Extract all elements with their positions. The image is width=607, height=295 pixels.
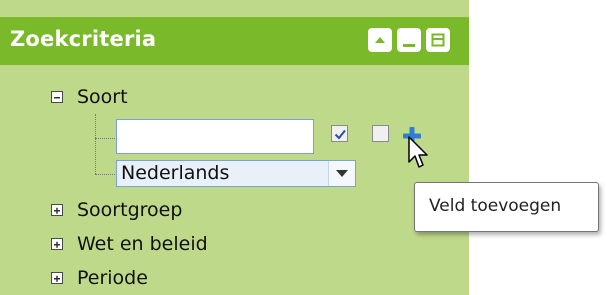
expand-toggle-icon[interactable]	[51, 204, 63, 216]
expand-toggle-icon[interactable]	[51, 272, 63, 284]
soort-search-input[interactable]	[116, 119, 314, 154]
checkbox-unchecked[interactable]	[372, 125, 389, 142]
search-criteria-panel: Zoekcriteria Soort Nederlands Soortgroep…	[0, 0, 469, 295]
checkbox-checked[interactable]	[331, 125, 348, 142]
mouse-cursor-icon	[408, 136, 432, 174]
chevron-down-icon	[336, 170, 348, 177]
tree-connector	[95, 114, 96, 174]
expand-toggle-icon[interactable]	[51, 238, 63, 250]
language-select[interactable]: Nederlands	[116, 160, 356, 187]
panel-header: Zoekcriteria	[0, 17, 469, 65]
tree-item-label: Soortgroep	[77, 199, 183, 221]
tooltip-text: Veld toevoegen	[429, 196, 562, 216]
tree-item-label: Soort	[77, 86, 128, 108]
check-icon	[334, 129, 346, 140]
collapse-up-button[interactable]	[368, 28, 392, 52]
language-select-value: Nederlands	[121, 162, 230, 184]
window-icon	[431, 33, 445, 47]
tooltip: Veld toevoegen	[414, 182, 599, 232]
collapse-toggle-icon[interactable]	[51, 91, 63, 103]
collapse-up-icon	[375, 37, 385, 43]
tree-connector	[95, 138, 115, 139]
panel-title: Zoekcriteria	[10, 27, 157, 51]
tree-item-label: Periode	[77, 267, 148, 289]
minimize-icon	[403, 44, 415, 47]
tree-connector	[95, 174, 115, 175]
tree-item-label: Wet en beleid	[77, 233, 208, 255]
dropdown-button[interactable]	[328, 161, 355, 186]
minimize-button[interactable]	[397, 28, 421, 52]
window-button[interactable]	[426, 28, 450, 52]
